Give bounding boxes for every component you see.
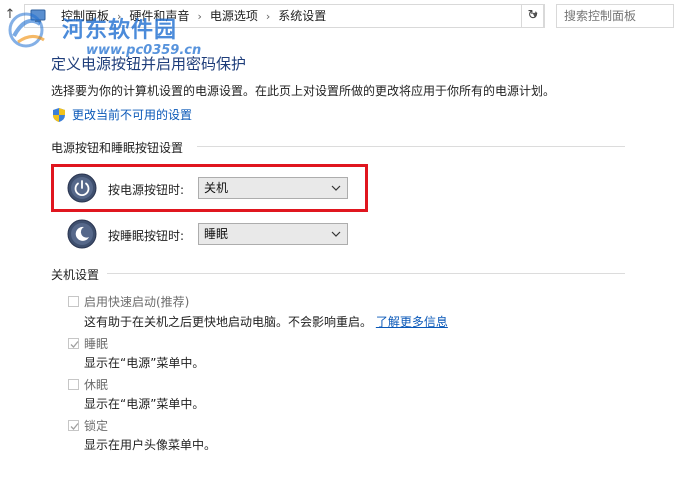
checkmark-icon — [70, 423, 79, 430]
page-description: 选择要为你的计算机设置的电源设置。在此页上对设置所做的更改将应用于你所有的电源计… — [51, 84, 556, 98]
fast-startup-label: 启用快速启动(推荐) — [84, 295, 190, 309]
chevron-down-icon — [331, 231, 341, 237]
hibernate-checkbox[interactable] — [68, 379, 79, 390]
fast-startup-checkbox[interactable] — [68, 296, 79, 307]
checkmark-icon — [70, 341, 79, 348]
sleep-button-label: 按睡眠按钮时: — [108, 229, 185, 243]
power-button-label: 按电源按钮时: — [108, 183, 185, 197]
section-title-shutdown: 关机设置 — [51, 268, 100, 282]
sleep-button-icon — [67, 219, 97, 249]
sleep-option-desc: 显示在“电源”菜单中。 — [84, 356, 205, 370]
learn-more-link[interactable]: 了解更多信息 — [376, 315, 448, 329]
chevron-right-icon: › — [197, 10, 202, 23]
sleep-button-select[interactable]: 睡眠 — [198, 223, 348, 245]
sleep-checkbox[interactable] — [68, 338, 79, 349]
sleep-button-value: 睡眠 — [204, 227, 229, 241]
fast-startup-desc: 这有助于在关机之后更快地启动电脑。不会影响重启。 了解更多信息 — [84, 313, 448, 330]
page-title: 定义电源按钮并启用密码保护 — [51, 55, 247, 73]
power-button-value: 关机 — [204, 181, 229, 195]
chevron-down-icon — [331, 185, 341, 191]
chevron-right-icon: › — [265, 10, 271, 23]
hibernate-option-desc: 显示在“电源”菜单中。 — [84, 397, 205, 411]
section-divider — [197, 146, 625, 147]
lock-option-label: 锁定 — [84, 419, 109, 433]
section-divider — [107, 273, 625, 274]
section-title-power: 电源按钮和睡眠按钮设置 — [51, 141, 184, 155]
watermark-text: 河东软件园 — [62, 17, 178, 43]
fast-startup-desc-text: 这有助于在关机之后更快地启动电脑。不会影响重启。 — [84, 315, 373, 329]
change-settings-link[interactable]: 更改当前不可用的设置 — [72, 106, 192, 124]
lock-checkbox[interactable] — [68, 420, 79, 431]
lock-option-desc: 显示在用户头像菜单中。 — [84, 438, 217, 452]
power-button-select[interactable]: 关机 — [198, 177, 348, 199]
hibernate-option-label: 休眠 — [84, 378, 109, 392]
sleep-option-label: 睡眠 — [84, 337, 109, 351]
breadcrumb-power-options[interactable]: 电源选项 — [210, 9, 258, 23]
watermark-logo-icon — [8, 12, 45, 48]
search-input[interactable] — [556, 4, 674, 28]
shield-icon — [53, 108, 65, 122]
breadcrumb-system-settings[interactable]: 系统设置 — [278, 9, 326, 23]
power-button-icon — [67, 173, 97, 203]
refresh-button[interactable]: ↻ — [521, 4, 545, 28]
